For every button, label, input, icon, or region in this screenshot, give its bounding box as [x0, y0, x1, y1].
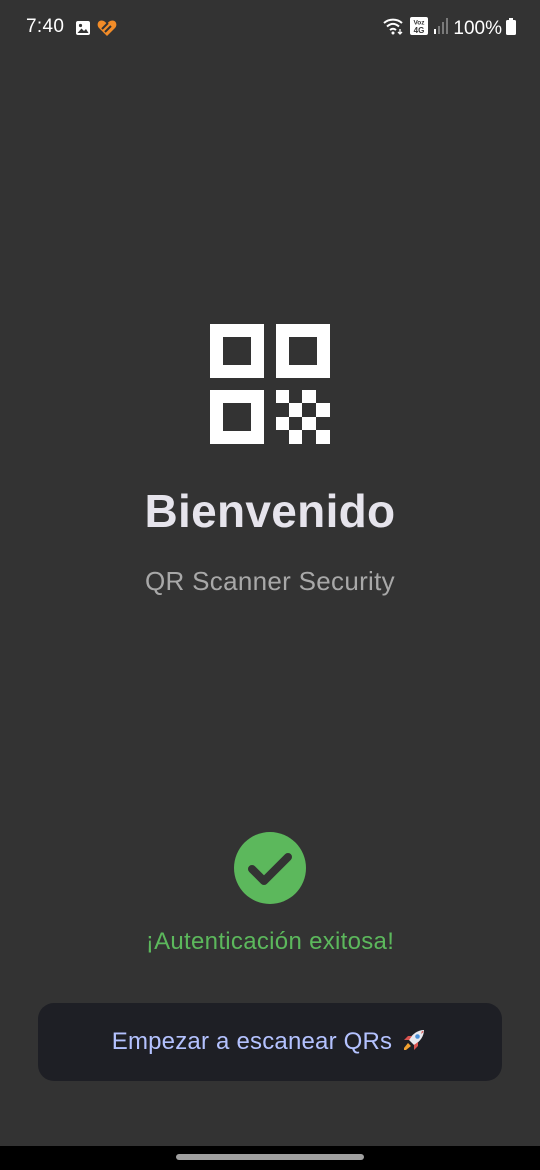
- qr-code-icon: [210, 324, 330, 444]
- gallery-icon: [75, 20, 91, 41]
- screen: 7:40 Voz 4G 100% Bienvenido QR Scanner S…: [0, 0, 540, 1170]
- signal-icon: [433, 17, 449, 40]
- navigation-bar: [0, 1146, 540, 1170]
- start-scanning-button[interactable]: Empezar a escanear QRs: [38, 1003, 502, 1081]
- status-left-icons: [75, 19, 117, 42]
- start-scanning-label: Empezar a escanear QRs: [111, 1028, 393, 1055]
- volte-4g-icon: Voz 4G: [409, 16, 429, 41]
- wifi-icon: [383, 17, 405, 40]
- rocket-icon: [400, 1026, 428, 1059]
- status-right: Voz 4G 100%: [383, 16, 516, 41]
- status-time: 7:40: [26, 16, 65, 37]
- auth-success-message: ¡Autenticación exitosa!: [145, 928, 395, 955]
- health-app-icon: [97, 19, 117, 42]
- network-label: 4G: [414, 26, 425, 35]
- welcome-title: Bienvenido: [144, 485, 396, 537]
- battery-level: 100%: [453, 17, 502, 39]
- battery-icon: [506, 17, 516, 40]
- check-circle-icon: [234, 832, 306, 904]
- status-bar: 7:40 Voz 4G 100%: [0, 0, 540, 58]
- home-gesture-handle[interactable]: [176, 1154, 364, 1160]
- app-subtitle: QR Scanner Security: [145, 566, 395, 596]
